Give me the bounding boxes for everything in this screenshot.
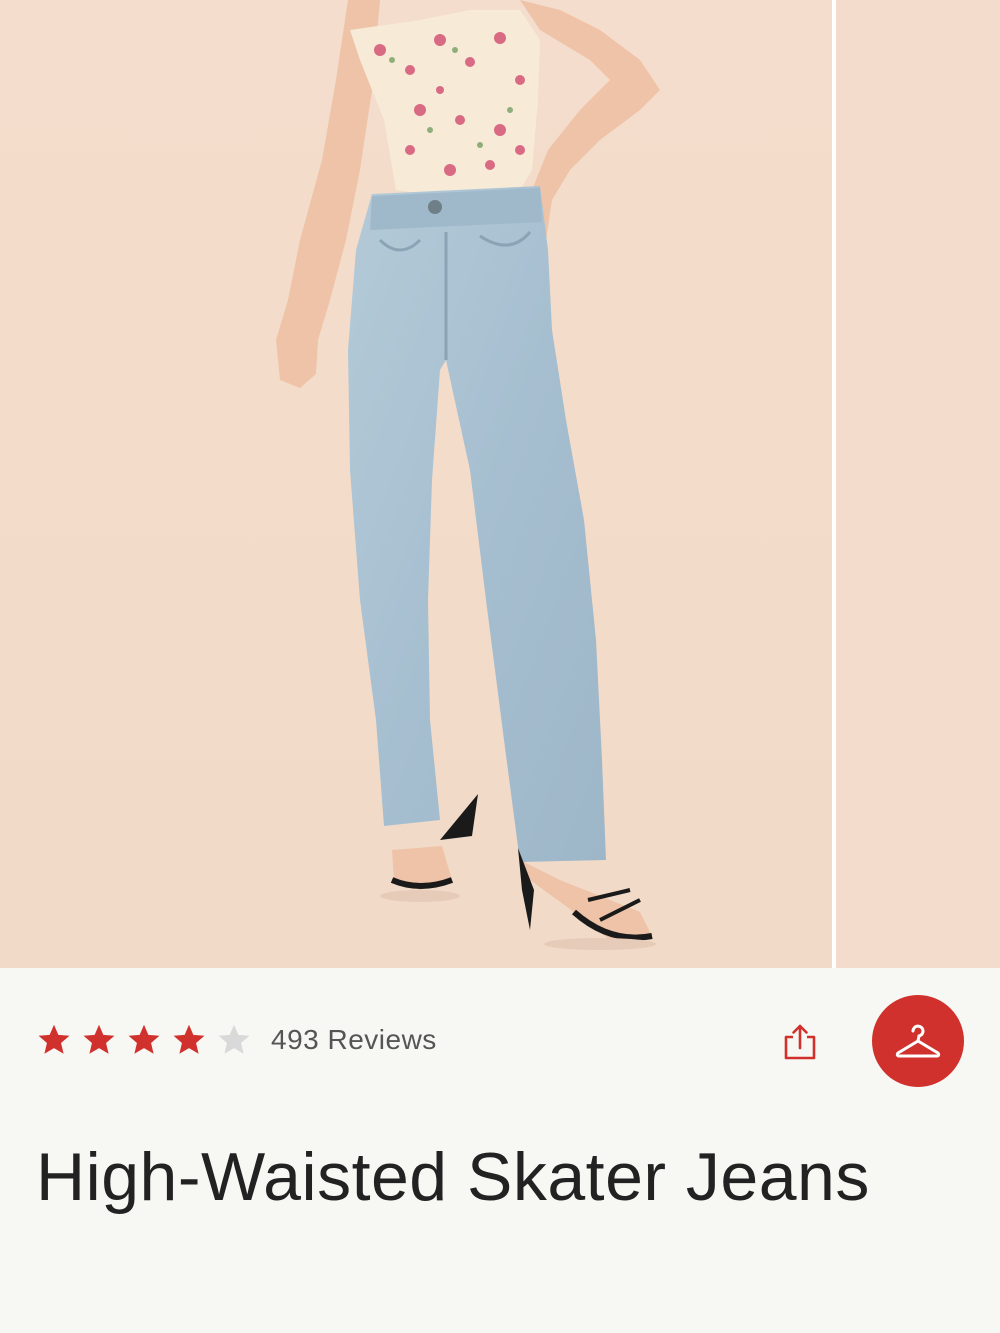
add-to-closet-button[interactable] — [872, 995, 964, 1087]
product-page: 493 Reviews High-Waisted Skater Jeans — [0, 0, 1000, 1333]
rating-row[interactable]: 493 Reviews — [36, 1020, 437, 1060]
star-empty-icon — [216, 1022, 252, 1058]
product-image-main[interactable] — [0, 0, 832, 968]
share-icon — [784, 1024, 816, 1060]
star-rating — [36, 1022, 261, 1058]
hanger-icon — [895, 1024, 941, 1058]
product-image-carousel[interactable] — [0, 0, 1000, 968]
star-filled-icon — [81, 1022, 117, 1058]
product-info-panel: 493 Reviews High-Waisted Skater Jeans — [0, 968, 1000, 1333]
product-photo-next — [836, 0, 1000, 968]
star-filled-icon — [36, 1022, 72, 1058]
product-image-next[interactable] — [836, 0, 1000, 968]
product-photo — [0, 0, 832, 968]
star-filled-icon — [126, 1022, 162, 1058]
share-button[interactable] — [778, 1020, 822, 1064]
star-filled-icon — [171, 1022, 207, 1058]
product-title: High-Waisted Skater Jeans — [36, 1139, 870, 1215]
review-count-link[interactable]: 493 Reviews — [271, 1024, 437, 1056]
